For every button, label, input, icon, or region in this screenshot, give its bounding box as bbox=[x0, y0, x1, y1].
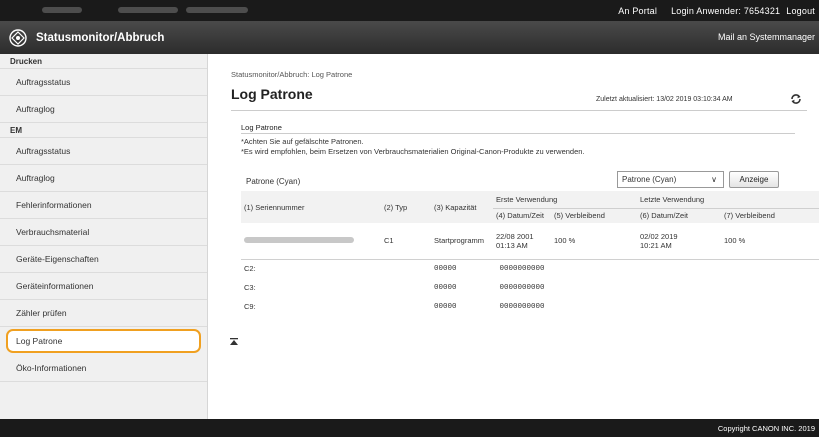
cartridge-select[interactable]: Patrone (Cyan) ∨ bbox=[617, 171, 724, 188]
portal-link[interactable]: An Portal bbox=[618, 6, 657, 16]
serial-cell bbox=[241, 223, 381, 260]
canon-remote-ui-logo-icon bbox=[9, 28, 27, 47]
sidebar-section-title: EM bbox=[0, 123, 207, 138]
footer: Copyright CANON INC. 2019 bbox=[0, 419, 819, 437]
collapse-up-icon[interactable] bbox=[229, 337, 239, 347]
sidebar-item-label: Verbrauchsmaterial bbox=[16, 227, 90, 237]
row-label-cell: C9: bbox=[244, 302, 256, 311]
type-cell: C1 bbox=[381, 223, 431, 260]
col-last-datetime: (6) Datum/Zeit bbox=[640, 211, 688, 221]
sidebar-item[interactable]: Auftraglog bbox=[0, 165, 207, 192]
sidebar-item-label: Auftraglog bbox=[16, 104, 55, 114]
col-group-first-use: Erste Verwendung bbox=[493, 191, 638, 209]
first-date: 22/08 2001 bbox=[496, 231, 534, 241]
sidebar-item[interactable]: Auftragsstatus bbox=[0, 138, 207, 165]
table-row: C1 Startprogramm 22/08 2001 01:13 AM 100… bbox=[241, 223, 819, 260]
note-counterfeit: *Achten Sie auf gefälschte Patronen. bbox=[241, 137, 364, 146]
last-updated-text: Zuletzt aktualisiert: 13/02 2019 03:10:3… bbox=[596, 96, 733, 103]
sidebar-item-label: Fehlerinformationen bbox=[16, 200, 92, 210]
last-remaining-cell: 100 % bbox=[721, 223, 819, 260]
code-cell: 00000 bbox=[434, 302, 457, 311]
divider bbox=[241, 133, 795, 134]
logout-link[interactable]: Logout bbox=[786, 6, 815, 16]
table-row: C9: 00000 0000000000 bbox=[241, 297, 819, 316]
main-content: Statusmonitor/Abbruch: Log Patrone Log P… bbox=[208, 54, 819, 419]
empty-cell bbox=[551, 278, 819, 297]
col-first-datetime: (4) Datum/Zeit bbox=[496, 211, 544, 221]
col-group-last-use: Letzte Verwendung bbox=[637, 191, 819, 209]
col-last-remaining: (7) Verbleibend bbox=[724, 211, 775, 221]
sidebar-item-label: Geräteinformationen bbox=[16, 281, 94, 291]
col-first-remaining: (5) Verbleibend bbox=[554, 211, 605, 221]
sidebar-item-label: Zähler prüfen bbox=[16, 308, 67, 318]
sidebar-item[interactable]: Log Patrone bbox=[6, 329, 201, 353]
row-label-cell: C3: bbox=[244, 283, 256, 292]
redacted-text bbox=[42, 7, 82, 13]
code-cell: 00000 bbox=[434, 264, 457, 273]
sidebar-item[interactable]: Öko-Informationen bbox=[0, 355, 207, 382]
empty-cell bbox=[551, 259, 819, 278]
sidebar-item-label: Log Patrone bbox=[16, 336, 63, 346]
last-date: 02/02 2019 bbox=[640, 231, 678, 241]
breadcrumb: Statusmonitor/Abbruch: Log Patrone bbox=[231, 70, 353, 79]
empty-cell bbox=[381, 297, 431, 316]
first-remaining-cell: 100 % bbox=[551, 223, 638, 260]
redacted-serial bbox=[244, 237, 354, 244]
sidebar-item[interactable]: Geräte-Eigenschaften bbox=[0, 246, 207, 273]
table-row: C3: 00000 0000000000 bbox=[241, 278, 819, 297]
sidebar-item-label: Öko-Informationen bbox=[16, 363, 87, 373]
capacity-cell: Startprogramm bbox=[431, 223, 493, 260]
refresh-icon[interactable] bbox=[789, 92, 803, 106]
code-cell: 00000 bbox=[434, 283, 457, 292]
section-title: Log Patrone bbox=[241, 123, 282, 132]
empty-cell bbox=[381, 259, 431, 278]
sidebar-item-label: Auftraglog bbox=[16, 173, 55, 183]
mail-to-admin-link[interactable]: Mail an Systemmanager bbox=[718, 32, 815, 42]
first-time: 01:13 AM bbox=[496, 240, 528, 250]
title-bar: Statusmonitor/Abbruch Mail an Systemmana… bbox=[0, 21, 819, 54]
divider bbox=[231, 110, 807, 111]
page: An Portal Login Anwender: 7654321 Logout… bbox=[0, 0, 819, 437]
show-button[interactable]: Anzeige bbox=[729, 171, 779, 188]
sidebar-item[interactable]: Auftraglog bbox=[0, 96, 207, 123]
sidebar: Drucken Auftragsstatus Auftraglog EM Auftrag… bbox=[0, 54, 208, 419]
sidebar-item[interactable]: Verbrauchsmaterial bbox=[0, 219, 207, 246]
redacted-text bbox=[186, 7, 248, 13]
empty-cell bbox=[381, 278, 431, 297]
sidebar-item-label: Auftragsstatus bbox=[16, 77, 71, 87]
col-serial: (1) Seriennummer bbox=[244, 202, 305, 212]
chevron-down-icon: ∨ bbox=[711, 175, 717, 184]
sidebar-item[interactable]: Zähler prüfen bbox=[0, 300, 207, 327]
value-cell: 0000000000 bbox=[499, 264, 545, 273]
note-original-products: *Es wird empfohlen, beim Ersetzen von Ve… bbox=[241, 147, 585, 156]
login-user-text: Login Anwender: 7654321 bbox=[671, 5, 781, 16]
sidebar-section-title: Drucken bbox=[0, 54, 207, 69]
row-label-cell: C2: bbox=[244, 264, 256, 274]
sidebar-item-label: Auftragsstatus bbox=[16, 146, 71, 156]
cartridge-label: Patrone (Cyan) bbox=[246, 177, 301, 186]
empty-cell bbox=[551, 297, 819, 316]
value-cell: 0000000000 bbox=[499, 283, 545, 292]
first-datetime-cell: 22/08 2001 01:13 AM bbox=[493, 223, 551, 260]
last-datetime-cell: 02/02 2019 10:21 AM bbox=[637, 223, 722, 260]
value-cell: 0000000000 bbox=[499, 302, 545, 311]
top-bar: An Portal Login Anwender: 7654321 Logout bbox=[0, 0, 819, 21]
app-title: Statusmonitor/Abbruch bbox=[36, 31, 165, 44]
col-type: (2) Typ bbox=[384, 202, 408, 212]
last-time: 10:21 AM bbox=[640, 240, 672, 250]
page-title: Log Patrone bbox=[231, 86, 313, 102]
col-capacity: (3) Kapazität bbox=[434, 202, 477, 212]
cartridge-select-value: Patrone (Cyan) bbox=[622, 175, 677, 184]
sidebar-item-label: Geräte-Eigenschaften bbox=[16, 254, 99, 264]
sidebar-item[interactable]: Auftragsstatus bbox=[0, 69, 207, 96]
cartridge-log-table: (1) Seriennummer (2) Typ (3) Kapazität E… bbox=[241, 191, 819, 316]
sidebar-item[interactable]: Geräteinformationen bbox=[0, 273, 207, 300]
redacted-text bbox=[118, 7, 178, 13]
table-row: C2: 00000 0000000000 bbox=[241, 259, 819, 278]
sidebar-item[interactable]: Fehlerinformationen bbox=[0, 192, 207, 219]
